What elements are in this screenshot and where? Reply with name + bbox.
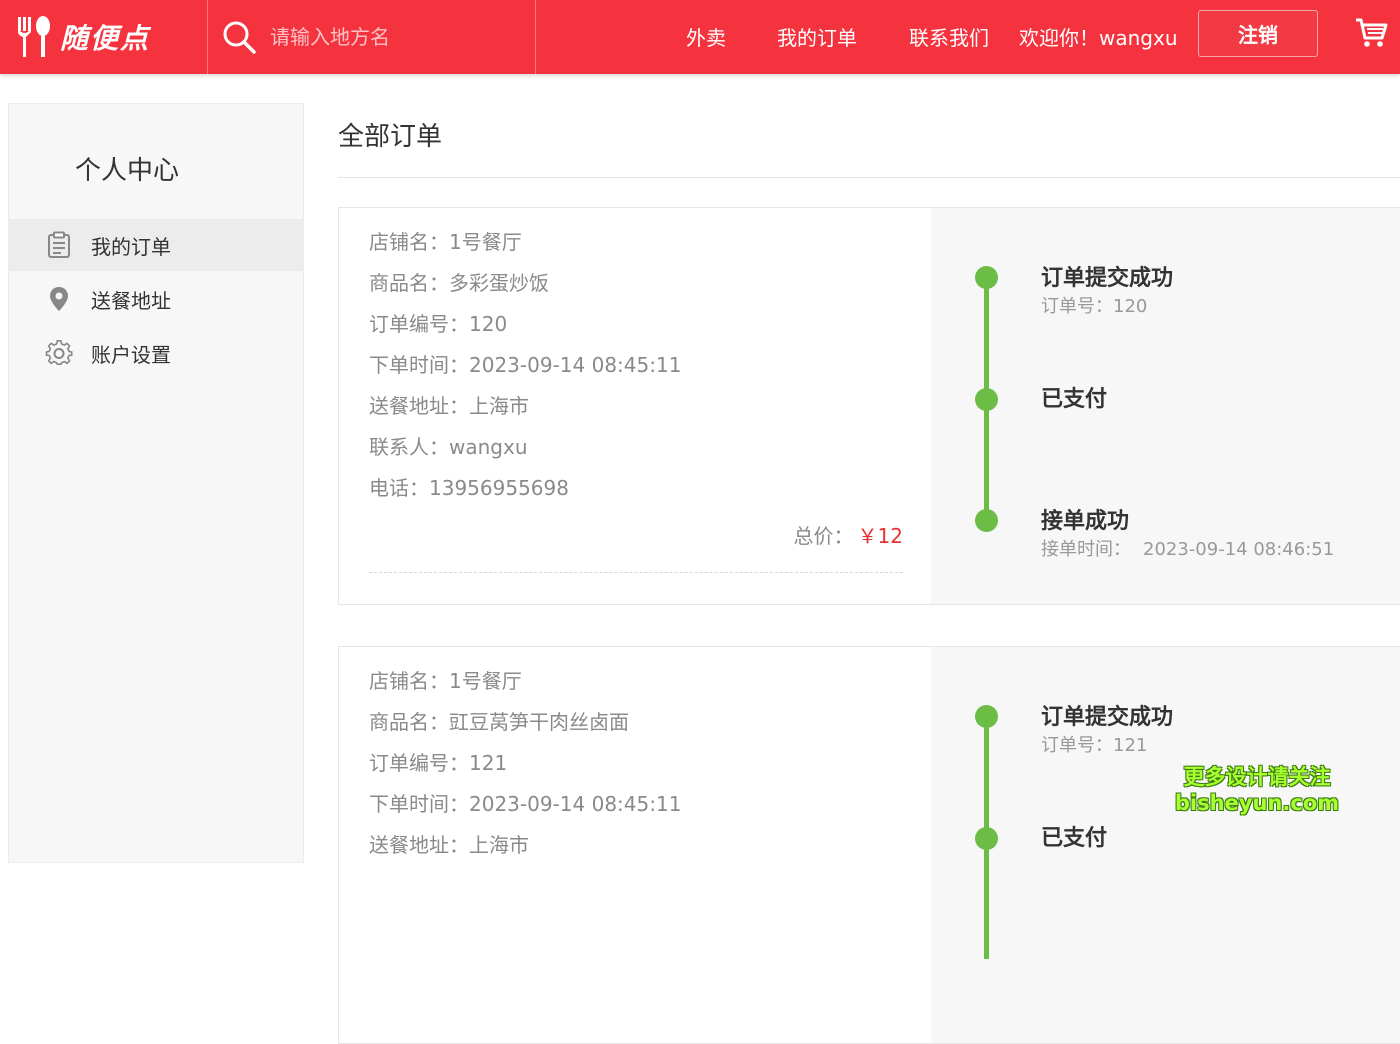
status-accepted-sub: 接单时间： 2023-09-14 08:46:51 (1041, 539, 1335, 560)
gear-icon (45, 339, 73, 366)
order-number: 订单编号：120 (369, 312, 508, 336)
order-timeline: 订单提交成功 订单号：120 已支付 接单成功 接单时间： 2023-09-14 … (931, 208, 1400, 604)
order-number: 订单编号：121 (369, 751, 508, 775)
status-submitted-sub: 订单号：120 (1041, 296, 1148, 317)
logo-text: 随便点 (60, 22, 151, 55)
title-divider (338, 177, 1400, 178)
search-icon[interactable] (222, 20, 256, 54)
order-info: 店铺名：1号餐厅 商品名：豇豆莴笋干肉丝卤面 订单编号：121 下单时间：202… (339, 647, 931, 1043)
status-submitted-sub: 订单号：121 (1041, 735, 1148, 756)
shopping-cart-icon[interactable] (1354, 16, 1388, 50)
timeline-dot (975, 827, 998, 850)
dashed-divider (369, 572, 903, 573)
search-box (208, 0, 536, 74)
delivery-address: 送餐地址：上海市 (369, 394, 529, 418)
phone-number: 电话：13956955698 (369, 476, 569, 500)
product-name: 商品名：多彩蛋炒饭 (369, 271, 549, 295)
sidebar-title: 个人中心 (75, 156, 180, 186)
timeline-dot (975, 705, 998, 728)
order-time: 下单时间：2023-09-14 08:45:11 (369, 792, 682, 816)
shop-name: 店铺名：1号餐厅 (369, 230, 522, 254)
sidebar-item-label: 送餐地址 (91, 288, 171, 313)
watermark: 更多设计请关注 bisheyun.com (1172, 764, 1342, 816)
page-title: 全部订单 (338, 122, 443, 152)
order-timeline: 订单提交成功 订单号：121 已支付 (931, 647, 1400, 1043)
status-submitted: 订单提交成功 (1041, 705, 1174, 730)
status-submitted: 订单提交成功 (1041, 266, 1174, 291)
timeline-dot (975, 509, 998, 532)
timeline-dot (975, 266, 998, 289)
status-paid: 已支付 (1041, 387, 1108, 412)
total-price: 总价： ￥12 (793, 524, 903, 548)
timeline-dot (975, 388, 998, 411)
order-info: 店铺名：1号餐厅 商品名：多彩蛋炒饭 订单编号：120 下单时间：2023-09… (339, 208, 931, 604)
nav-contact-us[interactable]: 联系我们 (909, 22, 989, 51)
logout-button[interactable]: 注销 (1198, 10, 1318, 57)
order-card: 店铺名：1号餐厅 商品名：豇豆莴笋干肉丝卤面 订单编号：121 下单时间：202… (338, 646, 1400, 1044)
fork-spoon-icon (18, 16, 50, 57)
top-header: 随便点 外卖 我的订单 联系我们 欢迎你！wangxu 注销 (0, 0, 1400, 74)
status-paid: 已支付 (1041, 826, 1108, 851)
watermark-line1: 更多设计请关注 (1183, 765, 1331, 789)
sidebar-item-label: 账户设置 (91, 342, 171, 367)
welcome-text: 欢迎你！wangxu (1019, 26, 1178, 50)
order-time: 下单时间：2023-09-14 08:45:11 (369, 353, 682, 377)
nav-my-orders[interactable]: 我的订单 (777, 22, 857, 51)
location-pin-icon (50, 287, 68, 311)
price-value: ￥12 (857, 524, 903, 548)
sidebar-item-my-orders[interactable]: 我的订单 (9, 219, 303, 271)
sidebar-item-delivery-address[interactable]: 送餐地址 (9, 273, 303, 325)
shop-name: 店铺名：1号餐厅 (369, 669, 522, 693)
status-accepted: 接单成功 (1041, 509, 1130, 534)
contact-person: 联系人：wangxu (369, 435, 528, 459)
logo[interactable]: 随便点 (0, 0, 208, 74)
clipboard-icon (48, 231, 70, 258)
watermark-line2: bisheyun.com (1174, 791, 1340, 815)
nav-takeout[interactable]: 外卖 (686, 22, 726, 51)
sidebar: 个人中心 我的订单 送餐地址 账户设置 (8, 103, 304, 863)
sidebar-item-account-settings[interactable]: 账户设置 (9, 327, 303, 379)
order-card: 店铺名：1号餐厅 商品名：多彩蛋炒饭 订单编号：120 下单时间：2023-09… (338, 207, 1400, 605)
product-name: 商品名：豇豆莴笋干肉丝卤面 (369, 710, 629, 734)
search-input[interactable] (270, 25, 520, 49)
sidebar-item-label: 我的订单 (91, 234, 171, 259)
delivery-address: 送餐地址：上海市 (369, 833, 529, 857)
